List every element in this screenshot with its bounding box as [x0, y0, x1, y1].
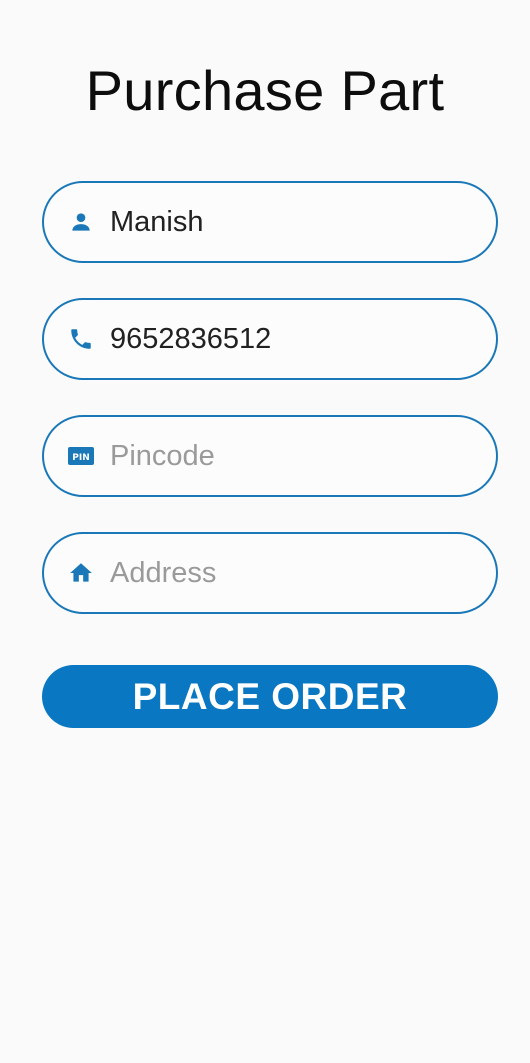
- phone-field[interactable]: 9652836512: [42, 298, 498, 380]
- page-title: Purchase Part: [85, 59, 445, 122]
- name-value[interactable]: Manish: [110, 206, 204, 239]
- phone-value[interactable]: 9652836512: [110, 323, 271, 356]
- pin-icon: PIN: [66, 441, 96, 471]
- address-input[interactable]: Address: [110, 557, 216, 590]
- place-order-button[interactable]: PLACE ORDER: [42, 665, 498, 728]
- address-field[interactable]: Address: [42, 532, 498, 614]
- pincode-input[interactable]: Pincode: [110, 440, 215, 473]
- pincode-field[interactable]: PIN Pincode: [42, 415, 498, 497]
- name-field[interactable]: Manish: [42, 181, 498, 263]
- home-icon: [66, 558, 96, 588]
- phone-icon: [66, 324, 96, 354]
- svg-text:PIN: PIN: [72, 453, 89, 463]
- person-icon: [66, 207, 96, 237]
